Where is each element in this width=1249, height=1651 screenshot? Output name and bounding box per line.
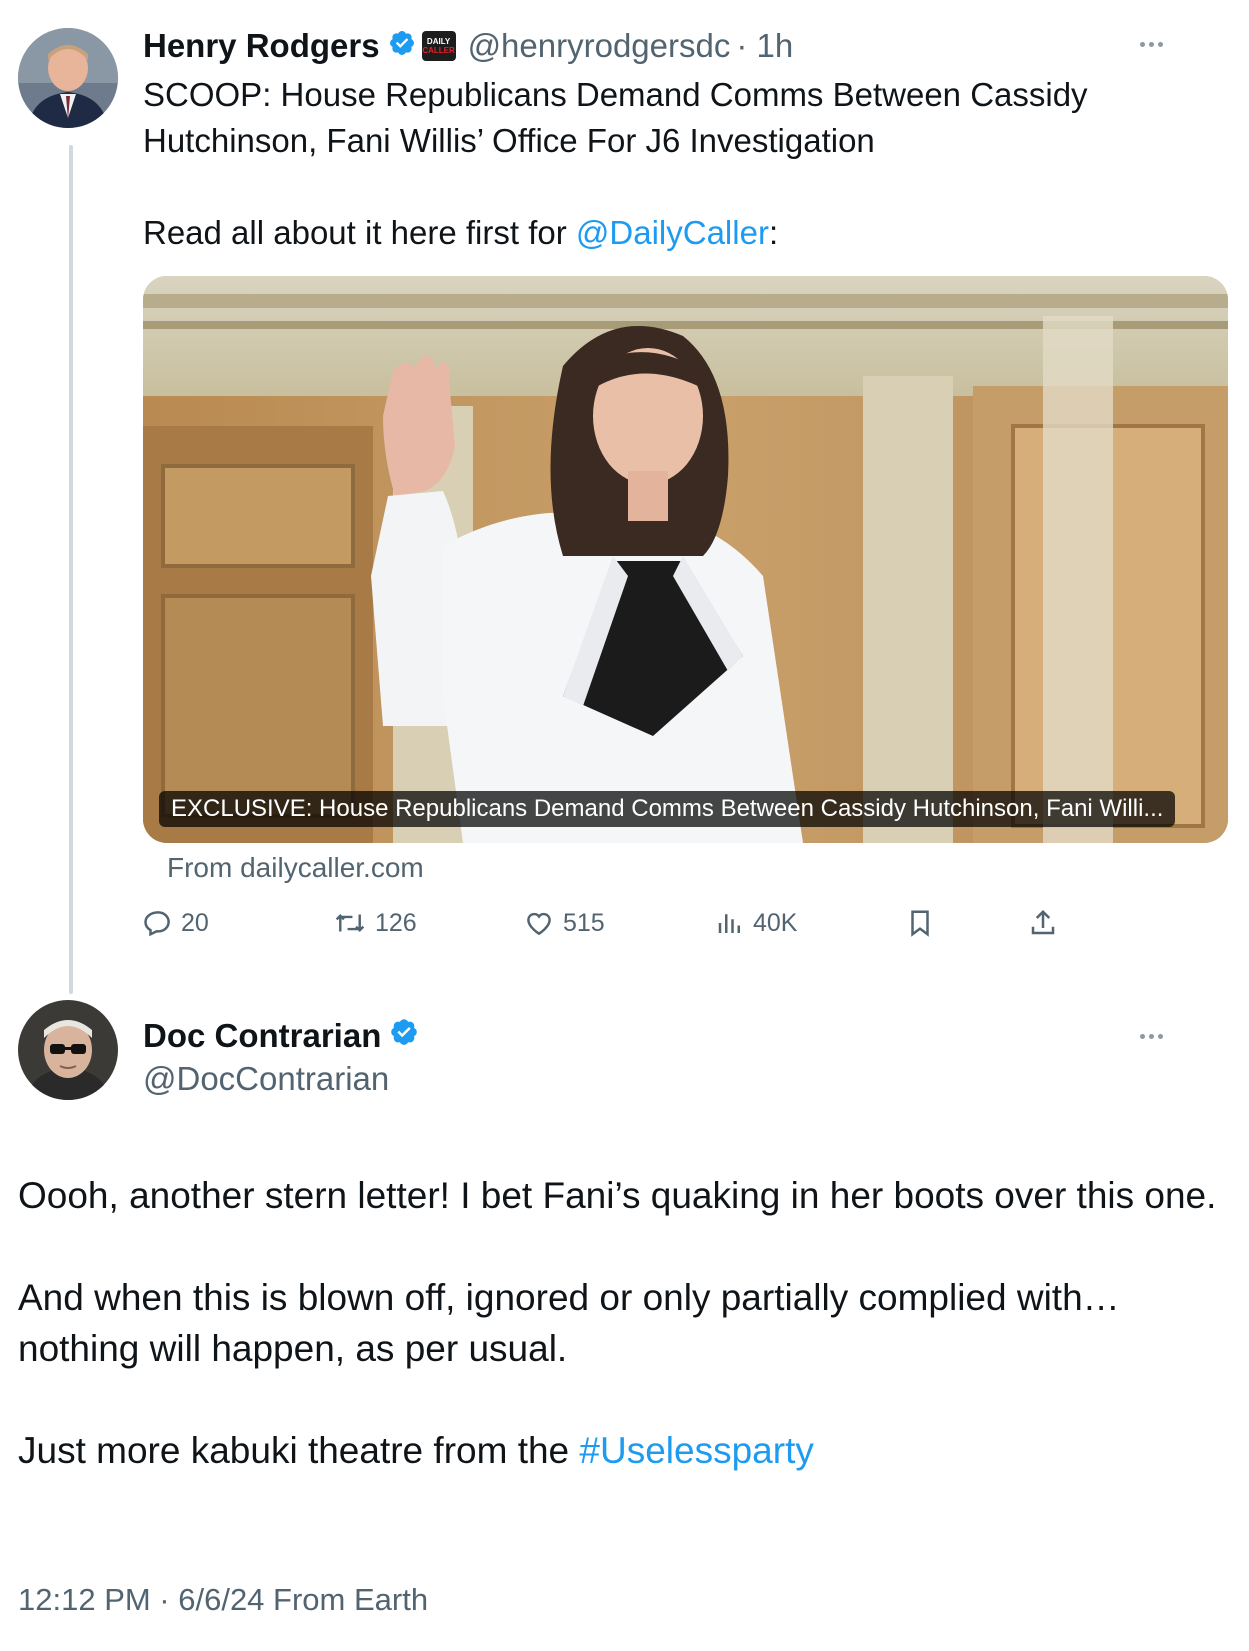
more-icon[interactable] [1140, 1034, 1163, 1039]
tweet1-timestamp[interactable]: · 1h [736, 27, 793, 65]
reply-count: 20 [181, 908, 209, 937]
tweet2-author-handle[interactable]: @DocContrarian [143, 1060, 389, 1098]
hashtag-uselessparty[interactable]: #Uselessparty [579, 1430, 813, 1471]
tweet1-readmore-text: Read all about it here first for [143, 214, 576, 251]
tweet1-author-handle[interactable]: @henryrodgersdc [468, 27, 731, 65]
card-source-domain[interactable]: From dailycaller.com [167, 852, 424, 884]
repost-icon [335, 913, 365, 933]
card-caption: EXCLUSIVE: House Republicans Demand Comm… [159, 791, 1176, 827]
daily-caller-badge-icon[interactable]: DAILY CALLER [421, 31, 456, 61]
reply-icon [144, 911, 170, 937]
tweet1-action-bar: 20 126 515 40K [143, 908, 1133, 948]
tweet1-headline: SCOOP: House Republicans Demand Comms Be… [143, 76, 1088, 159]
share-icon [1031, 909, 1055, 935]
bookmark-button[interactable] [905, 908, 935, 938]
tweet2-author-name[interactable]: Doc Contrarian [143, 1017, 381, 1055]
bookmark-icon [911, 910, 929, 937]
mention-dailycaller[interactable]: @DailyCaller [576, 214, 769, 251]
tweet2-text: Oooh, another stern letter! I bet Fani’s… [18, 1170, 1228, 1476]
verified-badge-icon [388, 27, 416, 65]
tweet2-paragraph-2: And when this is blown off, ignored or o… [18, 1277, 1120, 1369]
tweet2-paragraph-1: Oooh, another stern letter! I bet Fani’s… [18, 1175, 1217, 1216]
avatar-henry-rodgers[interactable] [18, 28, 118, 128]
like-icon [527, 912, 551, 936]
tweet2-paragraph-3-text: Just more kabuki theatre from the [18, 1430, 580, 1471]
tweet1-author-name[interactable]: Henry Rodgers [143, 27, 380, 65]
more-icon[interactable] [1140, 42, 1163, 47]
tweet1-readmore-line: Read all about it here first for @DailyC… [143, 210, 1203, 256]
share-button[interactable] [1028, 908, 1058, 938]
card-photo [143, 276, 1228, 843]
tweet1-readmore-suffix: : [768, 214, 779, 251]
tweet1-header: Henry Rodgers DAILY CALLER @henryrodgersd… [143, 24, 793, 68]
repost-button[interactable]: 126 [333, 908, 417, 938]
avatar-doc-contrarian[interactable] [18, 1000, 118, 1100]
like-button[interactable]: 515 [523, 908, 605, 938]
tweet2-paragraph-3: Just more kabuki theatre from the #Usele… [18, 1425, 1228, 1476]
views-count: 40K [753, 908, 798, 937]
tweet1-text: SCOOP: House Republicans Demand Comms Be… [143, 72, 1203, 256]
tweet2-author-row: Doc Contrarian [143, 1017, 419, 1055]
views-button[interactable]: 40K [715, 908, 797, 938]
repost-count: 126 [375, 908, 417, 937]
thread-connector-line [69, 145, 73, 994]
like-count: 515 [563, 908, 605, 937]
views-icon [718, 914, 740, 933]
link-preview-card[interactable]: EXCLUSIVE: House Republicans Demand Comm… [143, 276, 1228, 843]
verified-badge-icon [389, 1017, 419, 1055]
tweet2-timestamp[interactable]: 12:12 PM · 6/6/24 From Earth [18, 1582, 428, 1618]
reply-button[interactable]: 20 [143, 908, 209, 938]
